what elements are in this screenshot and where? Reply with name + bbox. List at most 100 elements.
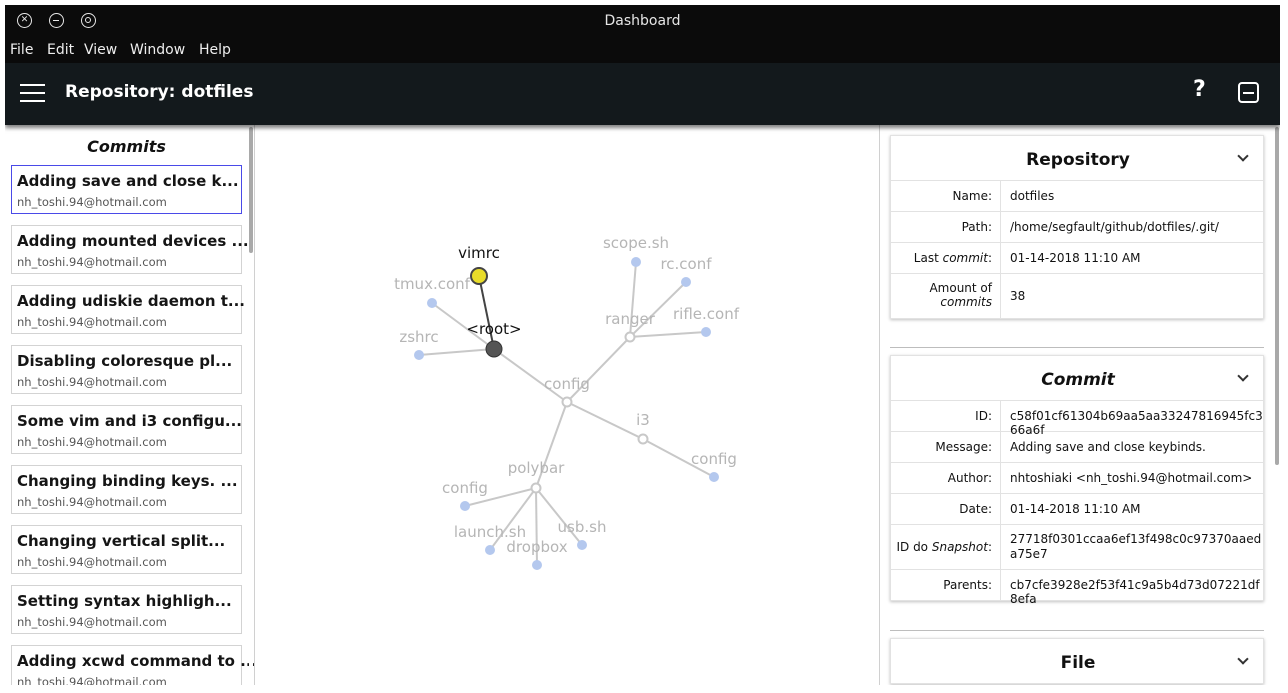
repo-name-row: Name: dotfiles (890, 181, 1264, 212)
commit-message: Adding udiskie daemon t... (17, 292, 245, 310)
commit-list-item[interactable]: Changing vertical split... nh_toshi.94@h… (11, 525, 242, 574)
commit-author: nh_toshi.94@hotmail.com (17, 315, 167, 329)
commit-message: Some vim and i3 configu... (17, 412, 242, 430)
repository-section-header[interactable]: Repository (890, 135, 1264, 181)
graph-node-vimrc[interactable] (470, 267, 488, 285)
graph-label-config: config (544, 375, 590, 393)
commit-id-row: ID: c58f01cf61304b69aa5aa33247816945fc36… (890, 401, 1264, 437)
commit-message: Changing vertical split... (17, 532, 226, 550)
hamburger-menu-icon[interactable] (20, 84, 45, 102)
app-bar: Repository: dotfiles ? (5, 63, 1280, 125)
graph-label-scope: scope.sh (603, 234, 669, 252)
graph-node-pconfig[interactable] (460, 501, 470, 511)
commit-id-key: ID: (891, 401, 1001, 431)
graph-node-dropbox[interactable] (532, 560, 542, 570)
commit-snapshot-value: 27718f0301ccaa6ef13f498c0c97370aaeda75e7 (1010, 532, 1262, 561)
graph-label-usb: usb.sh (558, 518, 607, 536)
commit-message: Setting syntax highligh... (17, 592, 232, 610)
commit-author: nh_toshi.94@hotmail.com (17, 675, 167, 685)
graph-label-vimrc: vimrc (458, 244, 500, 262)
graph-node-i3[interactable] (637, 433, 649, 445)
commit-message: Adding mounted devices ... (17, 232, 249, 250)
menu-view[interactable]: View (84, 42, 117, 58)
file-section: File (890, 638, 1264, 684)
graph-label-i3: i3 (636, 411, 650, 429)
graph-label-pconfig: config (442, 479, 488, 497)
commit-author: nh_toshi.94@hotmail.com (17, 255, 167, 269)
commit-author: nh_toshi.94@hotmail.com (17, 615, 167, 629)
graph-label-tmux: tmux.conf (394, 275, 471, 293)
menu-help[interactable]: Help (199, 42, 231, 58)
key-emphasis: commit (942, 251, 988, 265)
menu-file[interactable]: File (10, 42, 33, 58)
repo-path-row: Path: /home/segfault/github/dotfiles/.gi… (890, 212, 1264, 243)
graph-node-launch[interactable] (485, 545, 495, 555)
graph-node-usb[interactable] (577, 540, 587, 550)
commit-list-item[interactable]: Setting syntax highligh... nh_toshi.94@h… (11, 585, 242, 634)
file-title: File (1060, 653, 1096, 673)
file-section-header[interactable]: File (890, 638, 1264, 684)
graph-node-i3config[interactable] (709, 472, 719, 482)
graph-canvas[interactable]: <root> vimrc tmux.conf zshrc config ranger sco… (255, 125, 879, 685)
graph-node-root[interactable] (485, 340, 503, 358)
key-text: Amount of (929, 281, 992, 295)
repository-title: Repository (1026, 150, 1130, 170)
commits-title: Commits (87, 137, 166, 156)
repo-name-key: Name: (891, 181, 1001, 211)
commit-message: Disabling coloresque pl... (17, 352, 233, 370)
graph-label-ranger: ranger (605, 310, 656, 328)
commit-date-value: 01-14-2018 11:10 AM (1010, 502, 1141, 516)
commit-list-item[interactable]: Adding xcwd command to ... nh_toshi.94@h… (11, 645, 254, 685)
app-window: ✕ Dashboard File Edit View Window Help R… (5, 5, 1280, 685)
info-panel: Repository Name: dotfiles Path: /home/se… (879, 125, 1280, 685)
commit-list-item[interactable]: Changing binding keys. ... nh_toshi.94@h… (11, 465, 242, 514)
commit-list-item[interactable]: Some vim and i3 configu... nh_toshi.94@h… (11, 405, 242, 454)
graph-node-polybar[interactable] (530, 482, 542, 494)
info-scrollbar[interactable] (1275, 125, 1280, 685)
graph-node-scope[interactable] (631, 257, 641, 267)
scrollbar-thumb[interactable] (1275, 127, 1279, 465)
help-icon[interactable]: ? (1193, 77, 1206, 102)
graph-node-config[interactable] (561, 396, 573, 408)
commit-list-item[interactable]: Adding save and close k... nh_toshi.94@h… (11, 165, 242, 214)
commit-section-header[interactable]: Commit (890, 355, 1264, 401)
graph-node-rifle[interactable] (701, 327, 711, 337)
graph-label-rifle: rifle.conf (673, 305, 740, 323)
commits-scrollbar[interactable] (249, 125, 253, 685)
commit-message-value: Adding save and close keybinds. (1010, 440, 1206, 454)
commit-parents-row: Parents: cb7cfe3928e2f53f41c9a5b4d73d072… (890, 570, 1264, 606)
key-emphasis: Snapshot (931, 540, 988, 554)
commit-message: Adding save and close k... (17, 172, 239, 190)
collapse-panel-icon[interactable] (1238, 82, 1259, 103)
commit-list-item[interactable]: Disabling coloresque pl... nh_toshi.94@h… (11, 345, 242, 394)
commit-list-item[interactable]: Adding mounted devices ... nh_toshi.94@h… (11, 225, 249, 274)
graph-edge (566, 401, 644, 440)
file-tree-graph[interactable]: <root> vimrc tmux.conf zshrc config ranger sco… (255, 125, 879, 685)
commit-parents-value: cb7cfe3928e2f53f41c9a5b4d73d07221df8efa (1010, 578, 1260, 606)
scrollbar-thumb[interactable] (249, 127, 253, 253)
commit-snapshot-key: ID do Snapshot: (891, 525, 1001, 569)
graph-edge (418, 348, 495, 356)
graph-node-tmux[interactable] (427, 298, 437, 308)
graph-node-zshrc[interactable] (414, 350, 424, 360)
graph-label-zshrc: zshrc (399, 328, 438, 346)
repo-name-value: dotfiles (1010, 189, 1055, 203)
commit-author: nh_toshi.94@hotmail.com (17, 375, 167, 389)
menu-edit[interactable]: Edit (47, 42, 74, 58)
graph-node-rcconf[interactable] (681, 277, 691, 287)
section-divider (890, 347, 1264, 348)
commit-author: nh_toshi.94@hotmail.com (17, 495, 167, 509)
graph-edge (535, 487, 583, 546)
graph-node-ranger[interactable] (624, 331, 636, 343)
commit-author: nh_toshi.94@hotmail.com (17, 195, 167, 209)
menu-window[interactable]: Window (130, 42, 185, 58)
graph-label-root: <root> (466, 320, 521, 338)
key-text: : (987, 251, 992, 265)
repo-last-commit-value: 01-14-2018 11:10 AM (1010, 251, 1141, 265)
commit-message: Changing binding keys. ... (17, 472, 238, 490)
commit-list-item[interactable]: Adding udiskie daemon t... nh_toshi.94@h… (11, 285, 245, 334)
commits-panel: Commits Adding save and close k... nh_to… (5, 125, 255, 685)
repo-path-key: Path: (891, 212, 1001, 242)
graph-label-dropbox: dropbox (506, 538, 567, 556)
key-text: ID do (896, 540, 932, 554)
